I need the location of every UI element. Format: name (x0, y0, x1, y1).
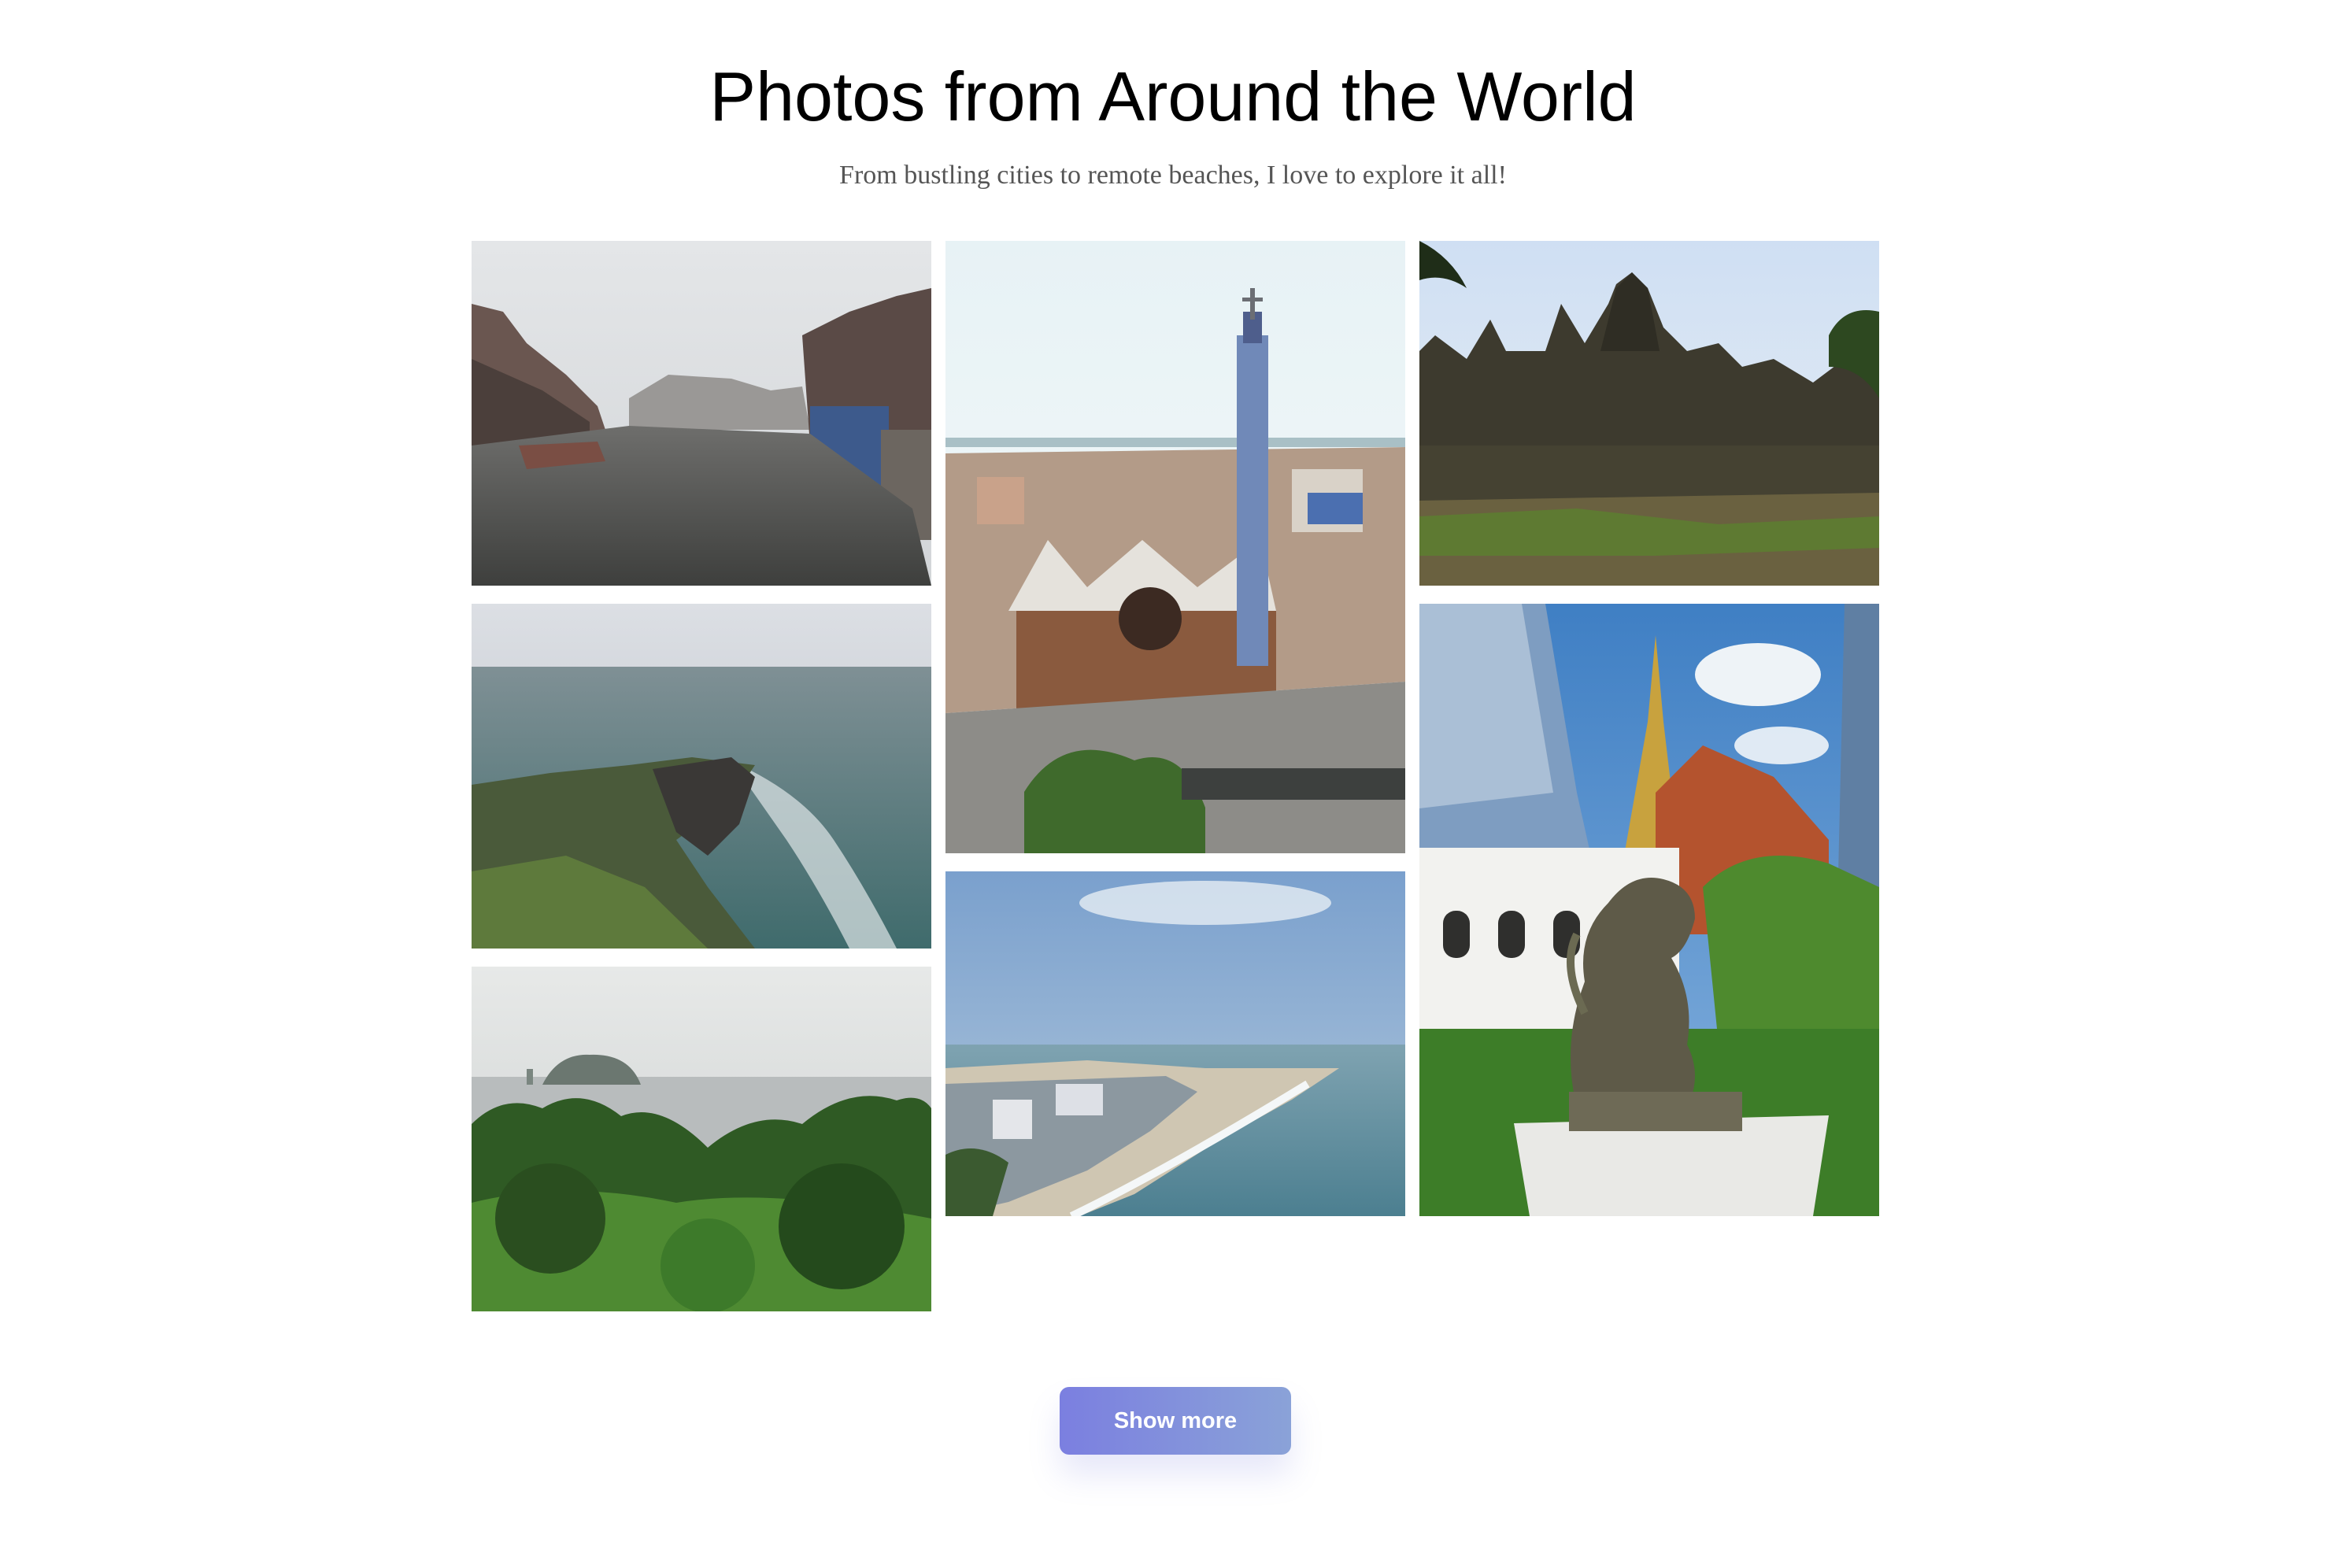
beach-resort-photo[interactable] (945, 871, 1405, 1216)
rocky-coast-photo[interactable] (472, 604, 931, 949)
page-title: Photos from Around the World (709, 57, 1637, 135)
canal-city-photo[interactable] (472, 241, 931, 586)
page: Photos from Around the World From bustli… (0, 0, 2346, 1568)
ancient-temple-photo[interactable] (1419, 241, 1879, 586)
page-subtitle: From bustling cities to remote beaches, … (839, 161, 1507, 190)
lion-statue-temple-photo[interactable] (1419, 604, 1879, 1216)
mosaic-tower-photo[interactable] (945, 241, 1405, 853)
island-forest-photo[interactable] (472, 967, 931, 1311)
show-more-button[interactable]: Show more (1060, 1387, 1291, 1455)
